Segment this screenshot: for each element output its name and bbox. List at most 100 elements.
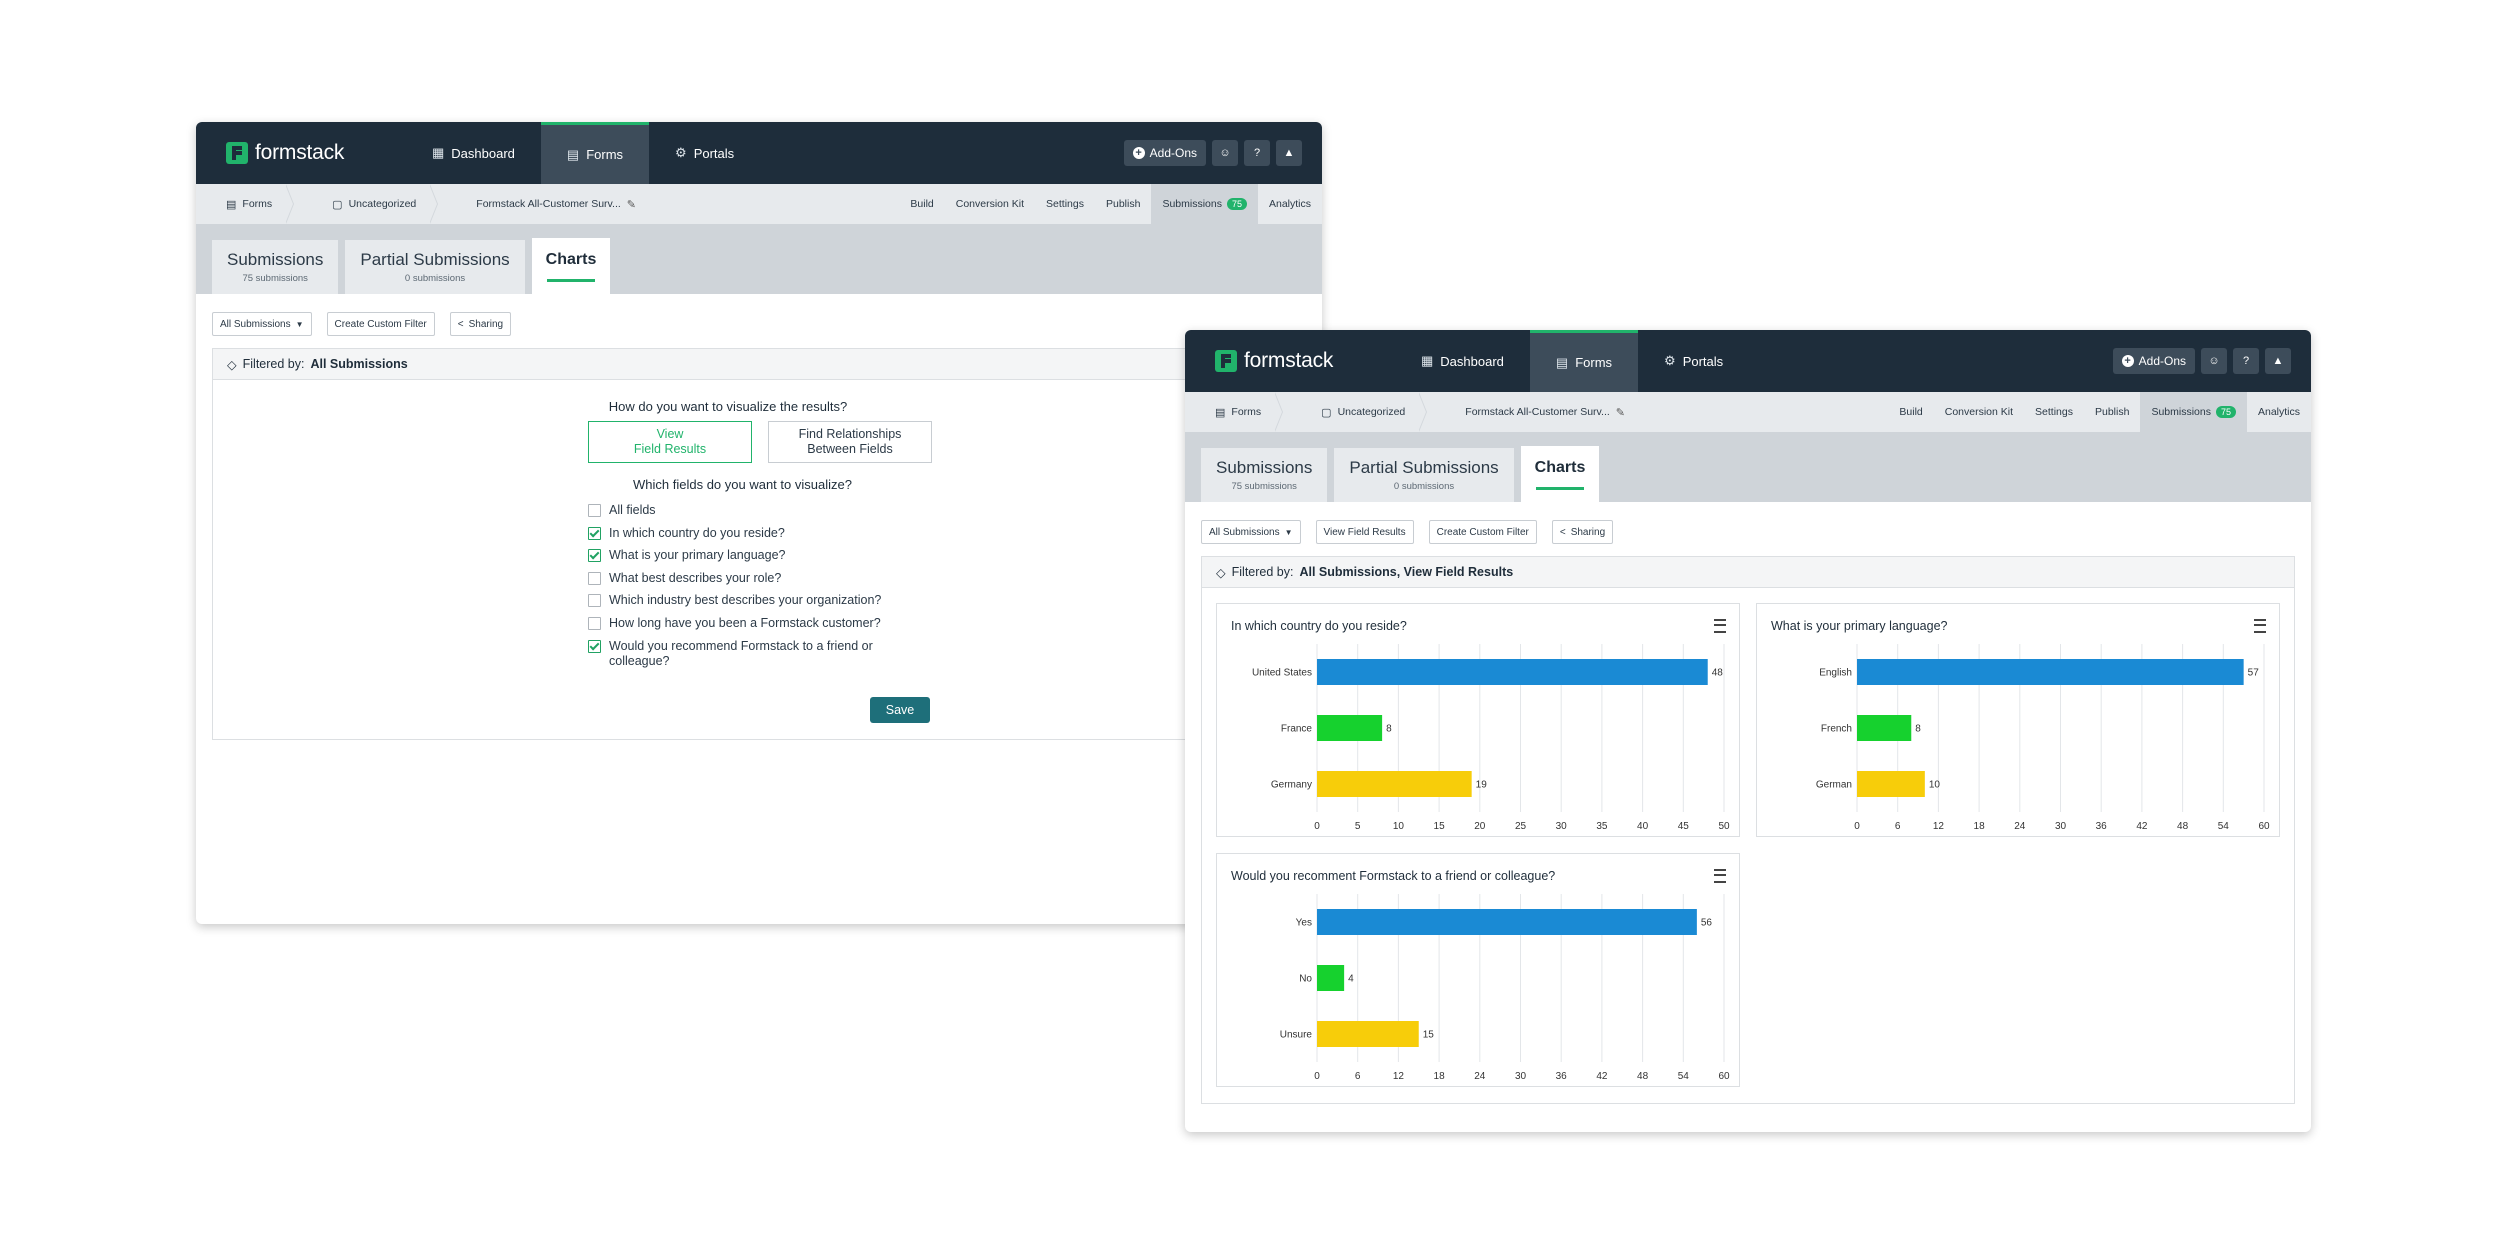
pencil-icon[interactable]: ✎ (1616, 406, 1625, 419)
x-tick-label: 36 (1556, 1071, 1568, 1082)
field-option[interactable]: What is your primary language? (588, 548, 908, 563)
tab-submissions[interactable]: Submissions 75 submissions (1201, 448, 1328, 502)
nav-forms[interactable]: ▤ Forms (1529, 330, 1639, 392)
field-option[interactable]: All fields (588, 503, 908, 518)
sharing-button[interactable]: < Sharing (1551, 520, 1614, 544)
chart-title: What is your primary language? (1771, 619, 1948, 633)
breadcrumb-uncategorized-label: Uncategorized (1337, 406, 1406, 418)
field-option[interactable]: How long have you been a Formstack custo… (588, 616, 908, 631)
save-button[interactable]: Save (870, 697, 930, 723)
field-option[interactable]: Which industry best describes your organ… (588, 593, 908, 608)
breadcrumb-form-name[interactable]: Formstack All-Customer Surv... ✎ (430, 184, 650, 224)
add-ons-button[interactable]: + Add-Ons (1123, 140, 1206, 166)
subnav-build[interactable]: Build (899, 184, 944, 224)
field-checkbox[interactable] (588, 549, 601, 563)
breadcrumb-uncategorized[interactable]: ▢ Uncategorized (1275, 392, 1428, 432)
tab-partial-count: 0 submissions (1393, 481, 1455, 492)
field-checkbox[interactable] (588, 526, 601, 540)
field-checkbox[interactable] (588, 571, 601, 585)
subnav-conversion-kit[interactable]: Conversion Kit (945, 184, 1035, 224)
user-icon[interactable]: ☺ (1212, 140, 1238, 166)
x-tick-label: 20 (1474, 821, 1486, 832)
x-tick-label: 15 (1434, 821, 1446, 832)
category-label: France (1281, 724, 1313, 735)
subnav-settings[interactable]: Settings (1035, 184, 1095, 224)
chart-menu-icon[interactable] (1714, 619, 1726, 633)
submissions-filter-dropdown[interactable]: All Submissions ▼ (212, 312, 312, 336)
nav-forms-label: Forms (1575, 355, 1613, 370)
sharing-button[interactable]: < Sharing (449, 312, 512, 336)
nav-dashboard[interactable]: ▦ Dashboard (406, 122, 541, 184)
tab-submissions[interactable]: Submissions 75 submissions (212, 240, 339, 294)
tab-submissions-title: Submissions (227, 250, 324, 269)
create-custom-filter-button[interactable]: Create Custom Filter (1428, 520, 1537, 544)
view-field-results-option[interactable]: View Field Results (588, 421, 752, 463)
user-icon[interactable]: ☺ (2201, 348, 2227, 374)
formstack-logo[interactable]: formstack (226, 122, 376, 184)
field-checkbox[interactable] (588, 617, 601, 630)
chart-title: In which country do you reside? (1231, 619, 1407, 633)
field-checkbox[interactable] (588, 594, 601, 608)
add-ons-button[interactable]: + Add-Ons (2112, 348, 2195, 374)
breadcrumb-forms[interactable]: ▤ Forms (196, 184, 295, 224)
formstack-logo[interactable]: formstack (1215, 330, 1365, 392)
breadcrumb-form-name[interactable]: Formstack All-Customer Surv... ✎ (1419, 392, 1639, 432)
subnav-submissions[interactable]: Submissions 75 (2140, 392, 2247, 432)
tab-partial-submissions[interactable]: Partial Submissions 0 submissions (1334, 448, 1514, 502)
formstack-logo-icon (226, 142, 248, 164)
submissions-count-badge: 75 (2215, 406, 2236, 418)
x-tick-label: 0 (1854, 821, 1860, 832)
field-option[interactable]: In which country do you reside? (588, 526, 908, 541)
submissions-filter-dropdown[interactable]: All Submissions ▼ (1201, 520, 1301, 544)
x-tick-label: 6 (1895, 821, 1901, 832)
subnav-publish[interactable]: Publish (1095, 184, 1151, 224)
subnav-conversion-kit[interactable]: Conversion Kit (1934, 392, 2024, 432)
create-custom-filter-button[interactable]: Create Custom Filter (326, 312, 435, 336)
breadcrumb-uncategorized[interactable]: ▢ Uncategorized (286, 184, 439, 224)
chart-menu-icon[interactable] (1714, 869, 1726, 883)
category-label: No (1299, 974, 1312, 985)
bar (1857, 659, 2244, 685)
find-relationships-option[interactable]: Find Relationships Between Fields (768, 421, 932, 463)
chart-menu-icon[interactable] (2254, 619, 2266, 633)
bar (1317, 1021, 1419, 1047)
category-label: German (1816, 780, 1852, 791)
subnav-publish[interactable]: Publish (2084, 392, 2140, 432)
tab-charts[interactable]: Charts (1520, 446, 1600, 502)
nav-dashboard[interactable]: ▦ Dashboard (1395, 330, 1530, 392)
nav-portals[interactable]: ⚙ Portals (1638, 330, 1749, 392)
breadcrumb-forms[interactable]: ▤ Forms (1185, 392, 1284, 432)
help-icon[interactable]: ? (1244, 140, 1270, 166)
bar (1317, 771, 1472, 797)
x-tick-label: 18 (1974, 821, 1986, 832)
tab-partial-count: 0 submissions (404, 273, 466, 284)
tab-partial-submissions[interactable]: Partial Submissions 0 submissions (345, 240, 525, 294)
tab-charts-title: Charts (545, 250, 597, 268)
subnav-analytics[interactable]: Analytics (1258, 184, 1322, 224)
field-option[interactable]: Would you recommend Formstack to a frien… (588, 639, 908, 669)
x-tick-label: 48 (1637, 1071, 1649, 1082)
x-tick-label: 12 (1933, 821, 1945, 832)
pencil-icon[interactable]: ✎ (627, 198, 636, 211)
nav-portals[interactable]: ⚙ Portals (649, 122, 760, 184)
subnav-submissions[interactable]: Submissions 75 (1151, 184, 1258, 224)
tab-submissions-count: 75 submissions (1231, 481, 1297, 492)
tab-active-underline (1536, 486, 1584, 490)
notifications-icon[interactable]: ▲ (1276, 140, 1302, 166)
nav-forms[interactable]: ▤ Forms (540, 122, 650, 184)
add-ons-label: Add-Ons (2138, 354, 2186, 368)
view-field-results-button[interactable]: View Field Results (1315, 520, 1414, 544)
notifications-icon[interactable]: ▲ (2265, 348, 2291, 374)
field-checkbox[interactable] (588, 504, 601, 517)
subnav-settings[interactable]: Settings (2024, 392, 2084, 432)
field-option[interactable]: What best describes your role? (588, 571, 908, 586)
breadcrumb-form-name-label: Formstack All-Customer Surv... (1465, 406, 1610, 418)
tab-charts[interactable]: Charts (531, 238, 611, 294)
help-icon[interactable]: ? (2233, 348, 2259, 374)
add-ons-label: Add-Ons (1149, 146, 1197, 160)
field-checkbox[interactable] (588, 639, 601, 653)
subnav-analytics[interactable]: Analytics (2247, 392, 2311, 432)
x-tick-label: 60 (1718, 1071, 1730, 1082)
breadcrumb-uncategorized-label: Uncategorized (348, 198, 417, 210)
subnav-build[interactable]: Build (1888, 392, 1933, 432)
